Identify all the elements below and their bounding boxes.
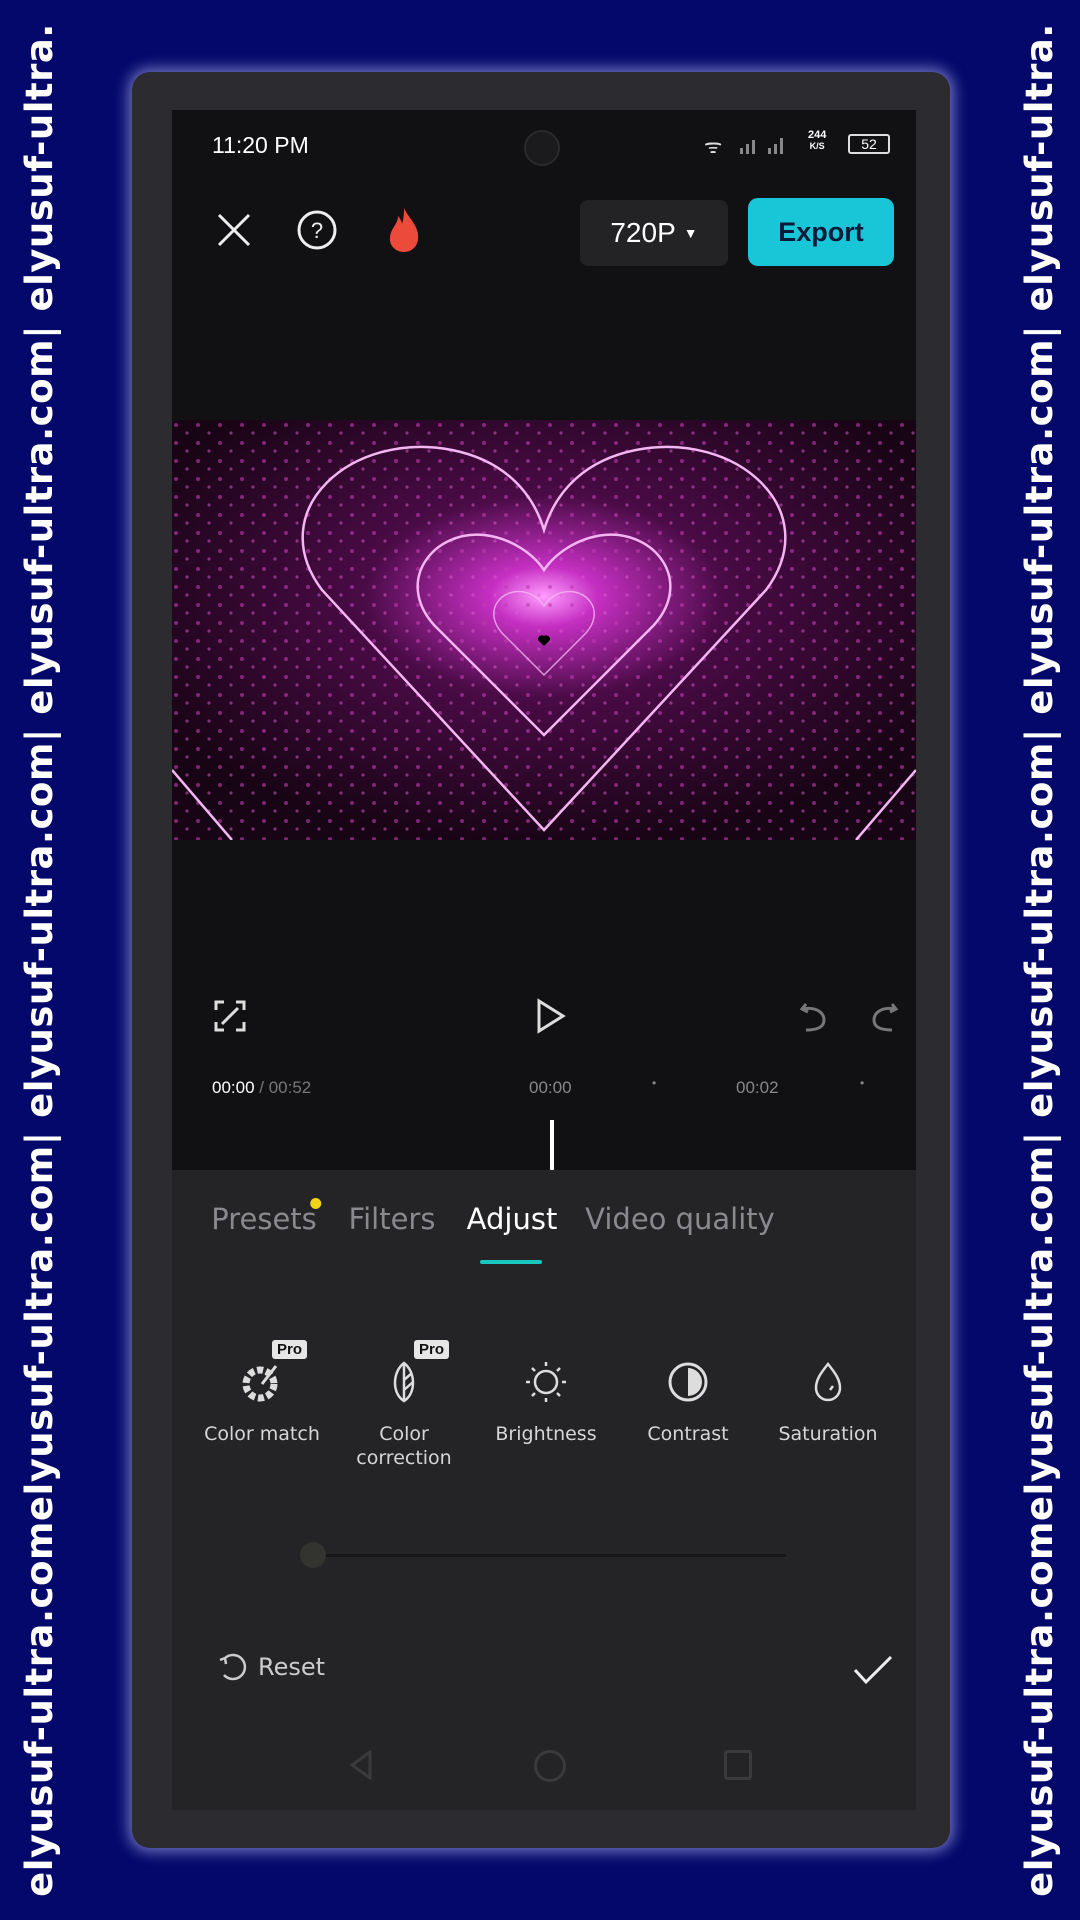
adjust-slider[interactable] [300,1540,786,1570]
check-icon [853,1655,893,1685]
screen: 11:20 PM ᯤ 244 K/S 52 ? 720P ▼ Export 00… [172,110,916,1810]
fullscreen-button[interactable] [214,1000,246,1032]
timeline-mark-2: 00:02 [736,1078,779,1097]
nav-recents-button[interactable] [724,1750,752,1780]
brightness-icon [526,1362,566,1402]
watermark-right: elyusuf-ultra.comelyusuf-ultra.com| elyu… [1018,23,1061,1897]
pro-badge: Pro [272,1340,308,1359]
reset-button[interactable]: Reset [216,1650,325,1684]
reset-label: Reset [258,1653,326,1681]
tool-label: Color match [204,1423,320,1445]
contrast-icon [668,1362,708,1402]
net-speed-unit: K/S [809,141,825,151]
tab-presets[interactable]: Presets [211,1198,321,1236]
timeline-mark-1: 00:00 [529,1078,572,1097]
color-match-icon [242,1365,278,1402]
watermark-left: elyusuf-ultra.comelyusuf-ultra.com| elyu… [18,23,61,1897]
tool-color-correction[interactable]: Pro Color correction [334,1340,474,1470]
tool-brightness[interactable]: Brightness [476,1360,616,1446]
tool-label: Brightness [495,1423,597,1445]
back-icon [349,1750,372,1780]
tab-filters[interactable]: Filters [349,1202,436,1236]
timeline-dot-2: • [860,1076,865,1090]
front-camera [524,130,560,166]
status-time: 11:20 PM [212,132,309,158]
tool-label: Color correction [356,1423,452,1469]
nav-back-button[interactable] [348,1750,374,1780]
confirm-button[interactable] [852,1654,894,1686]
svg-text:?: ? [311,218,323,243]
playhead[interactable] [550,1120,554,1172]
play-icon [537,998,566,1034]
color-correction-icon [393,1361,415,1403]
undo-icon [799,1003,826,1032]
reset-icon [219,1653,247,1681]
signal-icon [738,132,798,156]
close-button[interactable] [214,210,254,250]
export-button[interactable]: Export [748,198,894,266]
fullscreen-icon [214,1000,246,1032]
net-speed-value: 244 [808,129,827,141]
undo-button[interactable] [798,1000,828,1034]
export-label: Export [778,216,864,247]
slider-thumb[interactable] [300,1542,326,1568]
current-time: 00:00 [212,1078,255,1097]
tab-video-quality[interactable]: Video quality [585,1202,775,1236]
redo-icon [872,1003,899,1032]
battery-level: 52 [861,136,877,152]
total-time: / 00:52 [254,1078,312,1097]
saturation-icon [814,1361,842,1402]
tool-contrast[interactable]: Contrast [618,1360,758,1446]
resolution-value: 720P [610,217,676,248]
resolution-dropdown[interactable]: 720P ▼ [580,200,728,266]
play-button[interactable] [536,998,566,1034]
video-preview[interactable] [172,420,916,840]
tab-label: Presets [211,1202,317,1236]
tool-label: Contrast [647,1423,729,1445]
redo-button[interactable] [870,1000,900,1034]
help-button[interactable]: ? [296,209,338,251]
time-readout: 00:00 / 00:52 [212,1078,311,1098]
nav-home-button[interactable] [534,1750,566,1782]
caret-down-icon: ▼ [683,225,698,241]
close-icon [217,213,251,247]
slider-track [314,1554,786,1557]
battery-icon: 52 [848,134,890,154]
net-speed: 244 K/S [808,130,826,152]
tool-label: Saturation [778,1423,878,1445]
wifi-icon: ᯤ [704,136,723,158]
active-tab-indicator [480,1260,542,1264]
tab-adjust[interactable]: Adjust [467,1202,558,1236]
adjust-panel [172,1170,916,1810]
help-icon: ? [297,210,337,250]
tool-color-match[interactable]: Pro Color match [192,1340,332,1446]
tool-saturation[interactable]: Saturation [758,1360,898,1446]
flame-icon [389,208,419,252]
pro-badge: Pro [414,1340,450,1359]
timeline-dot-1: • [652,1076,657,1090]
new-dot [309,1198,321,1209]
pro-flame-button[interactable] [384,206,424,254]
